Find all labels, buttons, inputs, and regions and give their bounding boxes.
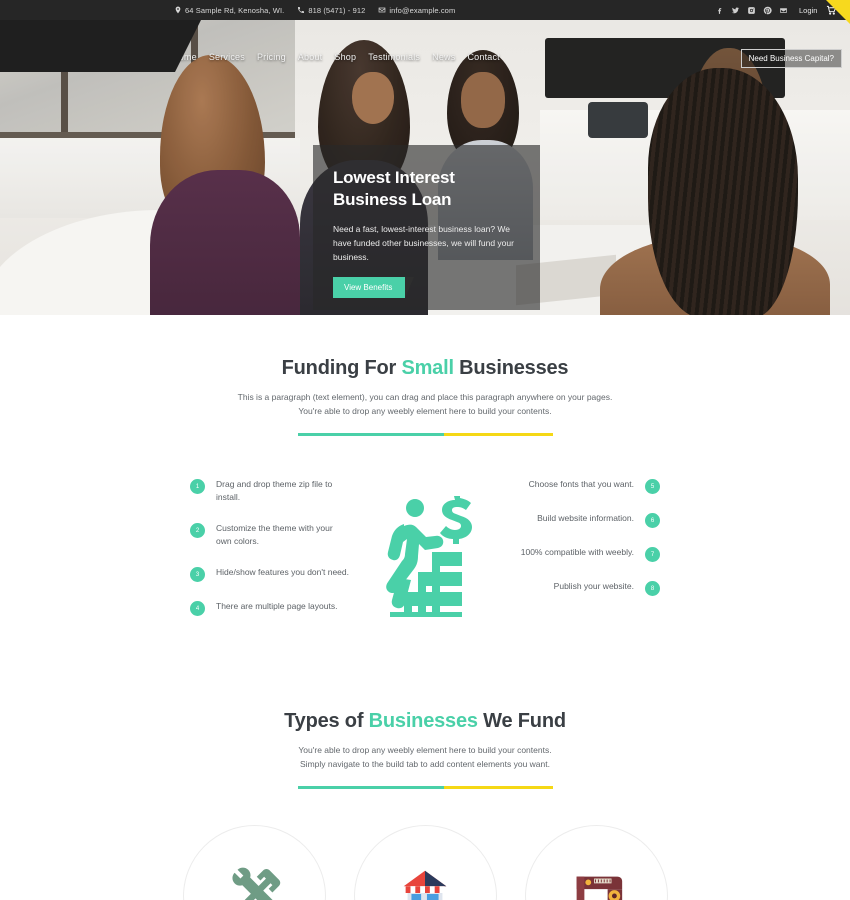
types-paragraph-line2: Simply navigate to the build tab to add … [300,759,550,769]
funding-title: Funding For Small Businesses [0,357,850,380]
feature-number: 3 [190,567,205,582]
card-circle [353,825,497,900]
feature-text: Publish your website. [553,581,634,591]
feature-text: Hide/show features you don't need. [216,567,349,577]
phone-icon [297,6,305,14]
feature-text: Build website information. [537,513,634,523]
feature-item: 6 Build website information. [500,512,660,528]
feature-item: 7 100% compatible with weebly. [500,546,660,562]
storefront-icon [394,863,456,900]
corner-accent-triangle [826,0,850,24]
card-circle [524,825,668,900]
types-title-post: We Fund [477,710,566,732]
feature-text: Choose fonts that you want. [528,479,634,489]
feature-columns: 1 Drag and drop theme zip file to instal… [0,478,850,634]
hero-text-card: Lowest Interest Business Loan Need a fas… [313,145,540,310]
types-title-pre: Types of [284,710,369,732]
business-type-cards: Service Delivery [0,825,850,900]
feature-column-right: 5 Choose fonts that you want. 6 Build we… [500,478,660,614]
facebook-icon[interactable] [715,6,724,15]
divider-yellow-segment [443,786,553,789]
feature-item: 5 Choose fonts that you want. [500,478,660,494]
nav-item-about[interactable]: About [298,52,323,62]
nav-item-contact[interactable]: Contact [467,52,499,62]
feature-item: 4 There are multiple page layouts. [190,600,350,616]
funding-divider [297,433,553,436]
location-pin-icon [174,6,182,14]
funding-paragraph-line1: This is a paragraph (text element), you … [237,392,613,402]
topbar-address: 64 Sample Rd, Kenosha, WI. [174,6,284,15]
feature-item: 8 Publish your website. [500,580,660,596]
need-business-capital-button[interactable]: Need Business Capital? [740,49,842,68]
feature-number: 1 [190,479,205,494]
view-benefits-button[interactable]: View Benefits [333,277,406,298]
topbar-address-text: 64 Sample Rd, Kenosha, WI. [185,5,285,15]
funding-paragraph: This is a paragraph (text element), you … [0,390,850,418]
business-type-card[interactable]: Manufacturing [524,825,668,900]
pinterest-icon[interactable] [763,6,772,15]
sewing-machine-icon [565,863,627,900]
business-type-card[interactable]: Service Delivery [182,825,326,900]
feature-item: 3 Hide/show features you don't need. [190,566,350,582]
card-circle [182,825,326,900]
funding-title-pre: Funding For [281,357,402,379]
nav-item-pricing[interactable]: Pricing [257,52,286,62]
types-paragraph-line1: You're able to drop any weebly element h… [298,745,552,755]
topbar-email: info@example.com [378,6,455,15]
business-type-card[interactable]: Retails [353,825,497,900]
funding-paragraph-line2: You're able to drop any weebly element h… [298,406,552,416]
feature-number: 4 [190,601,205,616]
top-bar: 64 Sample Rd, Kenosha, WI. 818 (5471) - … [0,0,850,24]
feature-number: 6 [645,513,660,528]
feature-number: 8 [645,581,660,596]
nav-item-services[interactable]: Services [209,52,245,62]
feature-text: Drag and drop theme zip file to install. [216,479,333,502]
main-navigation: Home Services Pricing About Shop Testimo… [172,52,500,62]
email-icon[interactable] [779,6,788,15]
funding-header: Funding For Small Businesses This is a p… [0,357,850,436]
button-fold-accent [405,277,415,298]
hero-paragraph: Need a fast, lowest-interest business lo… [333,224,514,262]
feature-text: Customize the theme with your own colors… [216,523,333,546]
topbar-phone: 818 (5471) - 912 [297,6,365,15]
logo-plate [0,20,201,72]
types-section: Types of Businesses We Fund You're able … [0,710,850,900]
types-title-accent: Businesses [368,710,478,732]
feature-text: 100% compatible with weebly. [520,547,634,557]
hero-title-line1: Lowest Interest [333,168,455,187]
types-title: Types of Businesses We Fund [0,710,850,733]
feature-number: 7 [645,547,660,562]
divider-green-segment [297,786,444,789]
types-divider [297,786,553,789]
types-header: Types of Businesses We Fund You're able … [0,710,850,789]
instagram-icon[interactable] [747,6,756,15]
topbar-phone-text: 818 (5471) - 912 [308,5,366,15]
funding-section: Funding For Small Businesses This is a p… [0,315,850,634]
hero-section: CAPITAL Home Services Pricing About Shop… [0,20,850,315]
funding-title-accent: Small [401,357,454,379]
feature-item: 2 Customize the theme with your own colo… [190,522,350,548]
login-link[interactable]: Login [799,6,817,15]
topbar-contact-group: 64 Sample Rd, Kenosha, WI. 818 (5471) - … [174,6,455,15]
envelope-icon [378,6,386,14]
hero-title: Lowest Interest Business Loan [333,167,520,211]
feature-item: 1 Drag and drop theme zip file to instal… [190,478,350,504]
stairs-to-dollar-icon [350,478,500,617]
hero-button-wrapper: View Benefits [333,277,415,298]
nav-item-shop[interactable]: Shop [334,52,356,62]
divider-yellow-segment [443,433,553,436]
twitter-icon[interactable] [731,6,740,15]
feature-number: 5 [645,479,660,494]
wrench-hammer-icon [223,863,285,900]
feature-column-left: 1 Drag and drop theme zip file to instal… [190,478,350,634]
feature-number: 2 [190,523,205,538]
hero-title-line2: Business Loan [333,190,452,209]
feature-text: There are multiple page layouts. [216,601,338,611]
nav-item-testimonials[interactable]: Testimonials [368,52,420,62]
nav-item-news[interactable]: News [432,52,455,62]
divider-green-segment [297,433,444,436]
types-paragraph: You're able to drop any weebly element h… [0,743,850,771]
funding-title-post: Businesses [453,357,569,379]
topbar-email-text: info@example.com [389,5,456,15]
